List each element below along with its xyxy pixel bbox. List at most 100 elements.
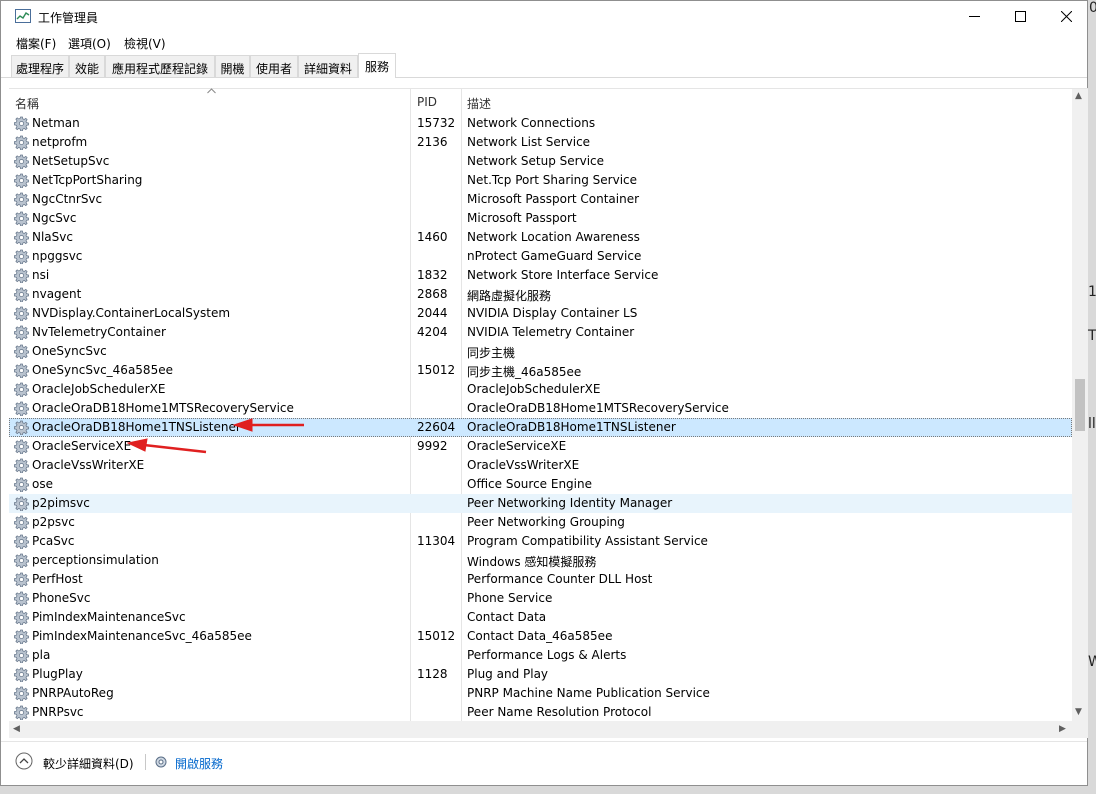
scroll-left-icon[interactable]: ◀ xyxy=(13,724,20,734)
table-row[interactable]: npggsvc nProtect GameGuard Service xyxy=(9,247,1072,266)
tab-startup[interactable]: 開機 xyxy=(215,55,250,77)
minimize-button[interactable] xyxy=(951,1,997,32)
chevron-up-circle-icon[interactable] xyxy=(15,752,33,770)
table-row[interactable]: NetSetupSvc Network Setup Service xyxy=(9,152,1072,171)
gear-icon xyxy=(14,173,29,188)
table-row[interactable]: OracleServiceXE 9992 OracleServiceXE xyxy=(9,437,1072,456)
gear-icon xyxy=(14,154,29,169)
table-row[interactable]: p2pimsvc Peer Networking Identity Manager xyxy=(9,494,1072,513)
service-description: OracleVssWriterXE xyxy=(467,458,580,472)
service-name: OracleServiceXE xyxy=(32,439,132,453)
service-description: PNRP Machine Name Publication Service xyxy=(467,686,710,700)
tab-strip: 處理程序 效能 應用程式歷程記錄 開機 使用者 詳細資料 服務 xyxy=(1,53,1087,78)
service-name: NetSetupSvc xyxy=(32,154,110,168)
list-header: 名稱 PID 描述 xyxy=(9,88,1072,114)
menu-options[interactable]: 選項(O) xyxy=(68,35,111,52)
tab-app-history[interactable]: 應用程式歷程記錄 xyxy=(105,55,215,77)
service-name: PerfHost xyxy=(32,572,83,586)
maximize-button[interactable] xyxy=(997,1,1043,32)
table-row[interactable]: PimIndexMaintenanceSvc Contact Data xyxy=(9,608,1072,627)
table-row[interactable]: PcaSvc 11304 Program Compatibility Assista… xyxy=(9,532,1072,551)
scroll-down-icon[interactable]: ▼ xyxy=(1075,707,1082,717)
table-row[interactable]: nsi 1832 Network Store Interface Service xyxy=(9,266,1072,285)
service-description: Windows 感知模擬服務 xyxy=(467,555,597,569)
menu-view[interactable]: 檢視(V) xyxy=(124,35,166,52)
service-name: NetTcpPortSharing xyxy=(32,173,143,187)
service-name: OneSyncSvc xyxy=(32,344,107,358)
title-bar[interactable]: 工作管理員 xyxy=(1,1,1087,32)
table-row[interactable]: OneSyncSvc_46a585ee 15012 同步主機_46a585ee xyxy=(9,361,1072,380)
table-row[interactable]: p2psvc Peer Networking Grouping xyxy=(9,513,1072,532)
service-pid: 9992 xyxy=(417,439,448,453)
tab-processes[interactable]: 處理程序 xyxy=(11,55,69,77)
service-description: NVIDIA Telemetry Container xyxy=(467,325,635,339)
scroll-up-icon[interactable]: ▲ xyxy=(1075,91,1082,101)
menu-bar: 檔案(F) 選項(O) 檢視(V) xyxy=(1,32,1087,52)
table-row[interactable]: NetTcpPortSharing Net.Tcp Port Sharing Se… xyxy=(9,171,1072,190)
service-name: NgcSvc xyxy=(32,211,77,225)
table-row[interactable]: NvTelemetryContainer 4204 NVIDIA Telemetry… xyxy=(9,323,1072,342)
rows-container: Netman 15732 Network Connections netprofm 21… xyxy=(9,114,1072,722)
scroll-right-icon[interactable]: ▶ xyxy=(1059,724,1066,734)
service-pid: 15012 xyxy=(417,629,456,643)
table-row[interactable]: PNRPsvc Peer Name Resolution Protocol xyxy=(9,703,1072,722)
table-row[interactable]: NgcSvc Microsoft Passport xyxy=(9,209,1072,228)
table-row[interactable]: netprofm 2136 Network List Service xyxy=(9,133,1072,152)
table-row[interactable]: PerfHost Performance Counter DLL Host xyxy=(9,570,1072,589)
fewer-details-link[interactable]: 較少詳細資料(D) xyxy=(43,755,134,772)
menu-file[interactable]: 檔案(F) xyxy=(16,35,56,52)
table-row[interactable]: PimIndexMaintenanceSvc_46a585ee 15012 Cont… xyxy=(9,627,1072,646)
table-row[interactable]: Netman 15732 Network Connections xyxy=(9,114,1072,133)
gear-icon xyxy=(14,116,29,131)
table-row[interactable]: nvagent 2868 網路虛擬化服務 xyxy=(9,285,1072,304)
service-description: nProtect GameGuard Service xyxy=(467,249,642,263)
open-services-link[interactable]: 開啟服務 xyxy=(175,755,223,772)
tab-strip-divider xyxy=(1,77,1087,78)
table-row[interactable]: NlaSvc 1460 Network Location Awareness xyxy=(9,228,1072,247)
gear-icon xyxy=(14,306,29,321)
gear-icon xyxy=(14,192,29,207)
column-header-pid[interactable]: PID xyxy=(417,95,437,109)
table-row[interactable]: OracleOraDB18Home1MTSRecoveryService Orac… xyxy=(9,399,1072,418)
table-row[interactable]: pla Performance Logs & Alerts xyxy=(9,646,1072,665)
service-pid: 1832 xyxy=(417,268,448,282)
task-manager-window: 工作管理員 檔案(F) 選項(O) 檢視(V) 處理程序 效能 應用程式歷程記錄… xyxy=(0,0,1088,786)
gear-icon xyxy=(14,686,29,701)
tab-details[interactable]: 詳細資料 xyxy=(298,55,358,77)
gear-icon xyxy=(14,591,29,606)
table-row[interactable]: PNRPAutoReg PNRP Machine Name Publication… xyxy=(9,684,1072,703)
table-row[interactable]: NgcCtnrSvc Microsoft Passport Container xyxy=(9,190,1072,209)
table-row[interactable]: PhoneSvc Phone Service xyxy=(9,589,1072,608)
column-header-name[interactable]: 名稱 xyxy=(15,95,39,112)
close-button[interactable] xyxy=(1043,1,1089,32)
table-row[interactable]: OracleVssWriterXE OracleVssWriterXE xyxy=(9,456,1072,475)
service-name: PcaSvc xyxy=(32,534,75,548)
tab-services[interactable]: 服務 xyxy=(358,53,396,78)
service-pid: 11304 xyxy=(417,534,456,548)
services-gear-icon[interactable] xyxy=(153,754,169,770)
column-header-description[interactable]: 描述 xyxy=(467,95,491,112)
vertical-scrollbar[interactable]: ▲ ▼ xyxy=(1072,89,1088,721)
service-name: OracleOraDB18Home1TNSListener xyxy=(32,420,241,434)
scrollbar-corner xyxy=(1072,721,1088,738)
table-row[interactable]: OneSyncSvc 同步主機 xyxy=(9,342,1072,361)
table-row[interactable]: PlugPlay 1128 Plug and Play xyxy=(9,665,1072,684)
table-row[interactable]: ose Office Source Engine xyxy=(9,475,1072,494)
table-row[interactable]: OracleJobSchedulerXE OracleJobSchedulerXE xyxy=(9,380,1072,399)
background-text: 15 xyxy=(1088,284,1096,300)
gear-icon xyxy=(14,211,29,226)
tab-users[interactable]: 使用者 xyxy=(250,55,298,77)
service-pid: 15732 xyxy=(417,116,456,130)
service-pid: 1460 xyxy=(417,230,448,244)
horizontal-scrollbar[interactable]: ◀ ▶ xyxy=(9,721,1072,738)
table-row[interactable]: perceptionsimulation Windows 感知模擬服務 xyxy=(9,551,1072,570)
service-name: NvTelemetryContainer xyxy=(32,325,166,339)
service-name: OracleJobSchedulerXE xyxy=(32,382,166,396)
gear-icon xyxy=(14,458,29,473)
service-name: p2pimsvc xyxy=(32,496,90,510)
table-row[interactable]: OracleOraDB18Home1TNSListener 22604 Oracle… xyxy=(9,418,1072,437)
table-row[interactable]: NVDisplay.ContainerLocalSystem 2044 NVIDIA… xyxy=(9,304,1072,323)
tab-performance[interactable]: 效能 xyxy=(69,55,105,77)
vertical-scroll-thumb[interactable] xyxy=(1075,379,1085,431)
gear-icon xyxy=(14,439,29,454)
